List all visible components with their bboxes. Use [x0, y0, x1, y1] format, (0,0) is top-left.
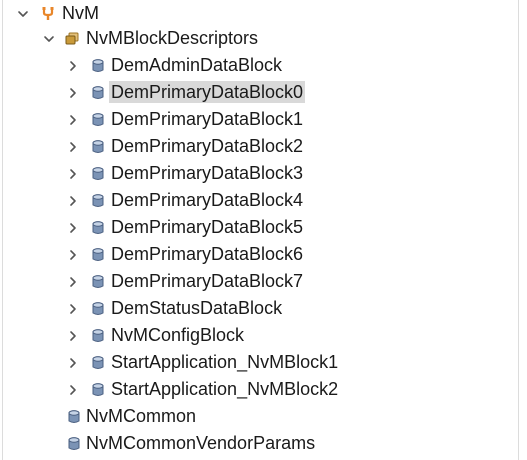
chevron-right-icon[interactable] [66, 295, 80, 322]
database-block-icon [90, 106, 106, 133]
tree-item-label: DemPrimaryDataBlock3 [111, 163, 304, 183]
tree-item-block[interactable]: DemPrimaryDataBlock5 [0, 214, 527, 241]
tree-item-label: DemPrimaryDataBlock4 [111, 190, 304, 210]
database-block-icon [90, 187, 106, 214]
chevron-right-icon[interactable] [66, 106, 80, 133]
tree-item-block[interactable]: DemStatusDataBlock [0, 295, 527, 322]
tree-item-block[interactable]: DemPrimaryDataBlock1 [0, 106, 527, 133]
database-block-icon [90, 52, 106, 79]
tree-item-block[interactable]: DemPrimaryDataBlock3 [0, 160, 527, 187]
database-block-icon [66, 403, 82, 430]
container-folder-icon [64, 25, 80, 52]
chevron-right-icon[interactable] [66, 214, 80, 241]
database-block-icon [90, 214, 106, 241]
tree-item-block[interactable]: DemPrimaryDataBlock7 [0, 268, 527, 295]
tree-item-label: DemPrimaryDataBlock5 [111, 217, 304, 237]
tree-item-label: NvMConfigBlock [111, 325, 245, 345]
chevron-right-icon[interactable] [66, 79, 80, 106]
chevron-right-icon[interactable] [66, 52, 80, 79]
tree-item-label: NvMCommonVendorParams [86, 433, 316, 453]
tree-item-label: NvM [62, 3, 99, 23]
module-fork-icon [40, 0, 56, 27]
chevron-right-icon[interactable] [66, 241, 80, 268]
tree-item-label: DemStatusDataBlock [111, 298, 283, 318]
database-block-icon [90, 79, 106, 106]
database-block-icon [90, 295, 106, 322]
tree-item-block[interactable]: StartApplication_NvMBlock1 [0, 349, 527, 376]
tree-item-nvm[interactable]: NvM [0, 0, 527, 27]
database-block-icon [90, 133, 106, 160]
tree-item-nvm-block-descriptors[interactable]: NvMBlockDescriptors [0, 25, 527, 52]
tree-item-label: StartApplication_NvMBlock1 [111, 352, 339, 372]
tree-item-block[interactable]: DemAdminDataBlock [0, 52, 527, 79]
tree-item-label: DemPrimaryDataBlock7 [111, 271, 304, 291]
chevron-right-icon[interactable] [66, 133, 80, 160]
database-block-icon [66, 430, 82, 457]
database-block-icon [90, 349, 106, 376]
chevron-down-icon[interactable] [42, 25, 56, 52]
tree-item-label: DemPrimaryDataBlock1 [111, 109, 304, 129]
database-block-icon [90, 322, 106, 349]
chevron-right-icon[interactable] [66, 349, 80, 376]
database-block-icon [90, 376, 106, 403]
nvm-config-tree: NvM NvMBlockDescriptors DemAdminDataBloc… [0, 0, 527, 460]
tree-item-block-selected[interactable]: DemPrimaryDataBlock0 [0, 79, 527, 106]
chevron-right-icon[interactable] [66, 268, 80, 295]
tree-item-label: StartApplication_NvMBlock2 [111, 379, 339, 399]
tree-item-label: NvMCommon [86, 406, 197, 426]
tree-item-label: DemAdminDataBlock [111, 55, 283, 75]
chevron-right-icon[interactable] [66, 376, 80, 403]
tree-item-block[interactable]: StartApplication_NvMBlock2 [0, 376, 527, 403]
tree-item-block[interactable]: DemPrimaryDataBlock4 [0, 187, 527, 214]
tree-item-nvm-common[interactable]: NvMCommon [0, 403, 527, 430]
database-block-icon [90, 241, 106, 268]
tree-item-block[interactable]: DemPrimaryDataBlock2 [0, 133, 527, 160]
tree-item-block[interactable]: DemPrimaryDataBlock6 [0, 241, 527, 268]
chevron-right-icon[interactable] [66, 160, 80, 187]
chevron-right-icon[interactable] [66, 322, 80, 349]
tree-item-label: NvMBlockDescriptors [86, 28, 259, 48]
chevron-down-icon[interactable] [16, 0, 30, 27]
tree-item-label: DemPrimaryDataBlock2 [111, 136, 304, 156]
tree-item-label: DemPrimaryDataBlock0 [109, 81, 306, 103]
database-block-icon [90, 268, 106, 295]
chevron-right-icon[interactable] [66, 187, 80, 214]
database-block-icon [90, 160, 106, 187]
tree-item-label: DemPrimaryDataBlock6 [111, 244, 304, 264]
tree-item-block[interactable]: NvMConfigBlock [0, 322, 527, 349]
tree-item-nvm-common-vendor-params[interactable]: NvMCommonVendorParams [0, 430, 527, 457]
